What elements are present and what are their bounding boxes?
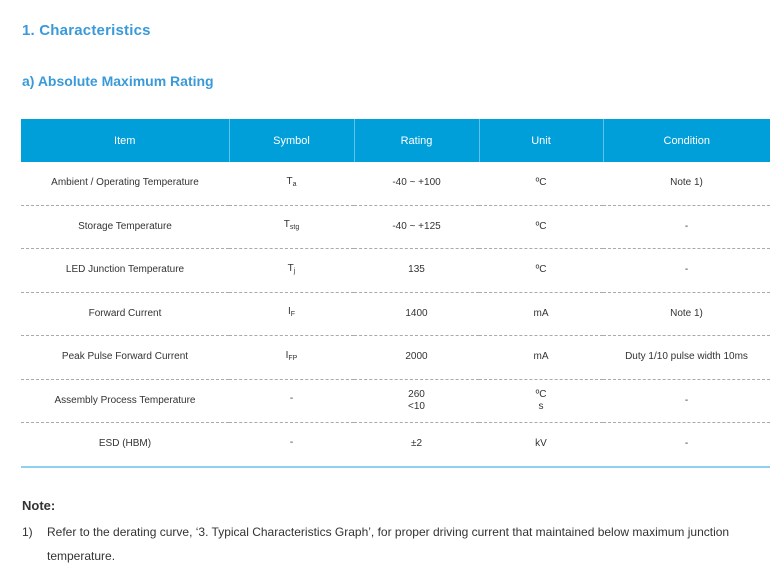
cell-rating: -40 ~ +100: [354, 162, 479, 206]
symbol-subscript: FP: [288, 354, 298, 362]
cell-symbol: IFP: [229, 335, 354, 380]
header-unit: Unit: [478, 119, 603, 162]
cell-unit: ºC: [479, 248, 603, 293]
cell-symbol: Tstg: [229, 205, 354, 249]
cell-rating: ±2: [354, 422, 479, 468]
note-text: Refer to the derating curve, ‘3. Typical…: [47, 525, 730, 563]
header-item: Item: [21, 119, 229, 162]
cell-item: Peak Pulse Forward Current: [21, 335, 229, 380]
note-number: 1): [22, 525, 33, 539]
table-row: ESD (HBM) - ±2 kV -: [21, 422, 770, 468]
cell-item: ESD (HBM): [21, 422, 229, 468]
cell-symbol: IF: [229, 292, 354, 336]
cell-item: Ambient / Operating Temperature: [21, 162, 229, 206]
rating-value: 260: [408, 388, 425, 400]
table-row: Peak Pulse Forward Current IFP 2000 mA Duty …: [21, 335, 770, 380]
table-row: Ambient / Operating Temperature Ta -40 ~ +…: [21, 162, 770, 206]
rating-value-2: <10: [408, 400, 425, 412]
header-condition: Condition: [602, 119, 770, 162]
symbol-base: -: [289, 436, 294, 448]
cell-unit: ºC: [479, 162, 603, 206]
rating-value: -40 ~ +100: [392, 177, 441, 189]
note-title: Note:: [22, 498, 56, 513]
cell-condition: -: [603, 205, 770, 249]
cell-item: LED Junction Temperature: [21, 248, 229, 293]
cell-rating: 1400: [354, 292, 479, 336]
unit-value: mA: [533, 351, 549, 363]
section-title: 1. Characteristics: [22, 22, 151, 39]
unit-value: ºC: [535, 220, 547, 232]
cell-rating: 260 <10: [354, 379, 479, 423]
cell-unit: mA: [479, 292, 603, 336]
cell-symbol: Tj: [229, 248, 354, 293]
unit-value: kV: [535, 438, 547, 450]
unit-value: ºC: [535, 264, 547, 276]
cell-unit: mA: [479, 335, 603, 380]
cell-rating: -40 ~ +125: [354, 205, 479, 249]
table-row: Storage Temperature Tstg -40 ~ +125 ºC -: [21, 205, 770, 249]
symbol-subscript: j: [293, 267, 296, 275]
cell-item: Forward Current: [21, 292, 229, 336]
absolute-maximum-rating-table: Item Symbol Rating Unit Condition Ambien…: [21, 119, 770, 468]
cell-symbol: -: [229, 379, 354, 423]
header-rating: Rating: [353, 119, 479, 162]
rating-value: ±2: [410, 438, 423, 450]
cell-condition: Note 1): [603, 292, 770, 336]
cell-symbol: Ta: [229, 162, 354, 206]
cell-symbol: -: [229, 422, 354, 468]
cell-unit: ºC: [479, 205, 603, 249]
table-row: LED Junction Temperature Tj 135 ºC -: [21, 248, 770, 293]
rating-value: 1400: [405, 307, 428, 319]
symbol-subscript: F: [290, 311, 296, 319]
cell-rating: 2000: [354, 335, 479, 380]
cell-rating: 135: [354, 248, 479, 293]
cell-condition: -: [603, 248, 770, 293]
cell-unit: ºC s: [479, 379, 603, 423]
note-item: 1) Refer to the derating curve, ‘3. Typi…: [22, 520, 762, 568]
unit-value-2: s: [538, 400, 544, 412]
unit-value: mA: [533, 307, 549, 319]
unit-value: ºC: [535, 388, 547, 400]
table-header-row: Item Symbol Rating Unit Condition: [21, 119, 770, 162]
cell-condition: -: [603, 422, 770, 468]
table-row: Forward Current IF 1400 mA Note 1): [21, 292, 770, 336]
cell-condition: Note 1): [603, 162, 770, 206]
cell-item: Assembly Process Temperature: [21, 379, 229, 423]
cell-condition: Duty 1/10 pulse width 10ms: [603, 335, 770, 380]
subsection-title: a) Absolute Maximum Rating: [22, 73, 214, 89]
header-symbol: Symbol: [228, 119, 354, 162]
symbol-subscript: a: [292, 180, 297, 188]
rating-value: -40 ~ +125: [392, 220, 441, 232]
rating-value: 135: [408, 264, 425, 276]
cell-condition: -: [603, 379, 770, 423]
unit-value: ºC: [535, 177, 547, 189]
rating-value: 2000: [405, 351, 428, 363]
symbol-subscript: stg: [289, 224, 300, 232]
cell-item: Storage Temperature: [21, 205, 229, 249]
cell-unit: kV: [479, 422, 603, 468]
symbol-base: -: [289, 393, 294, 405]
table-row: Assembly Process Temperature -260 <10 ºC s -: [21, 379, 770, 423]
